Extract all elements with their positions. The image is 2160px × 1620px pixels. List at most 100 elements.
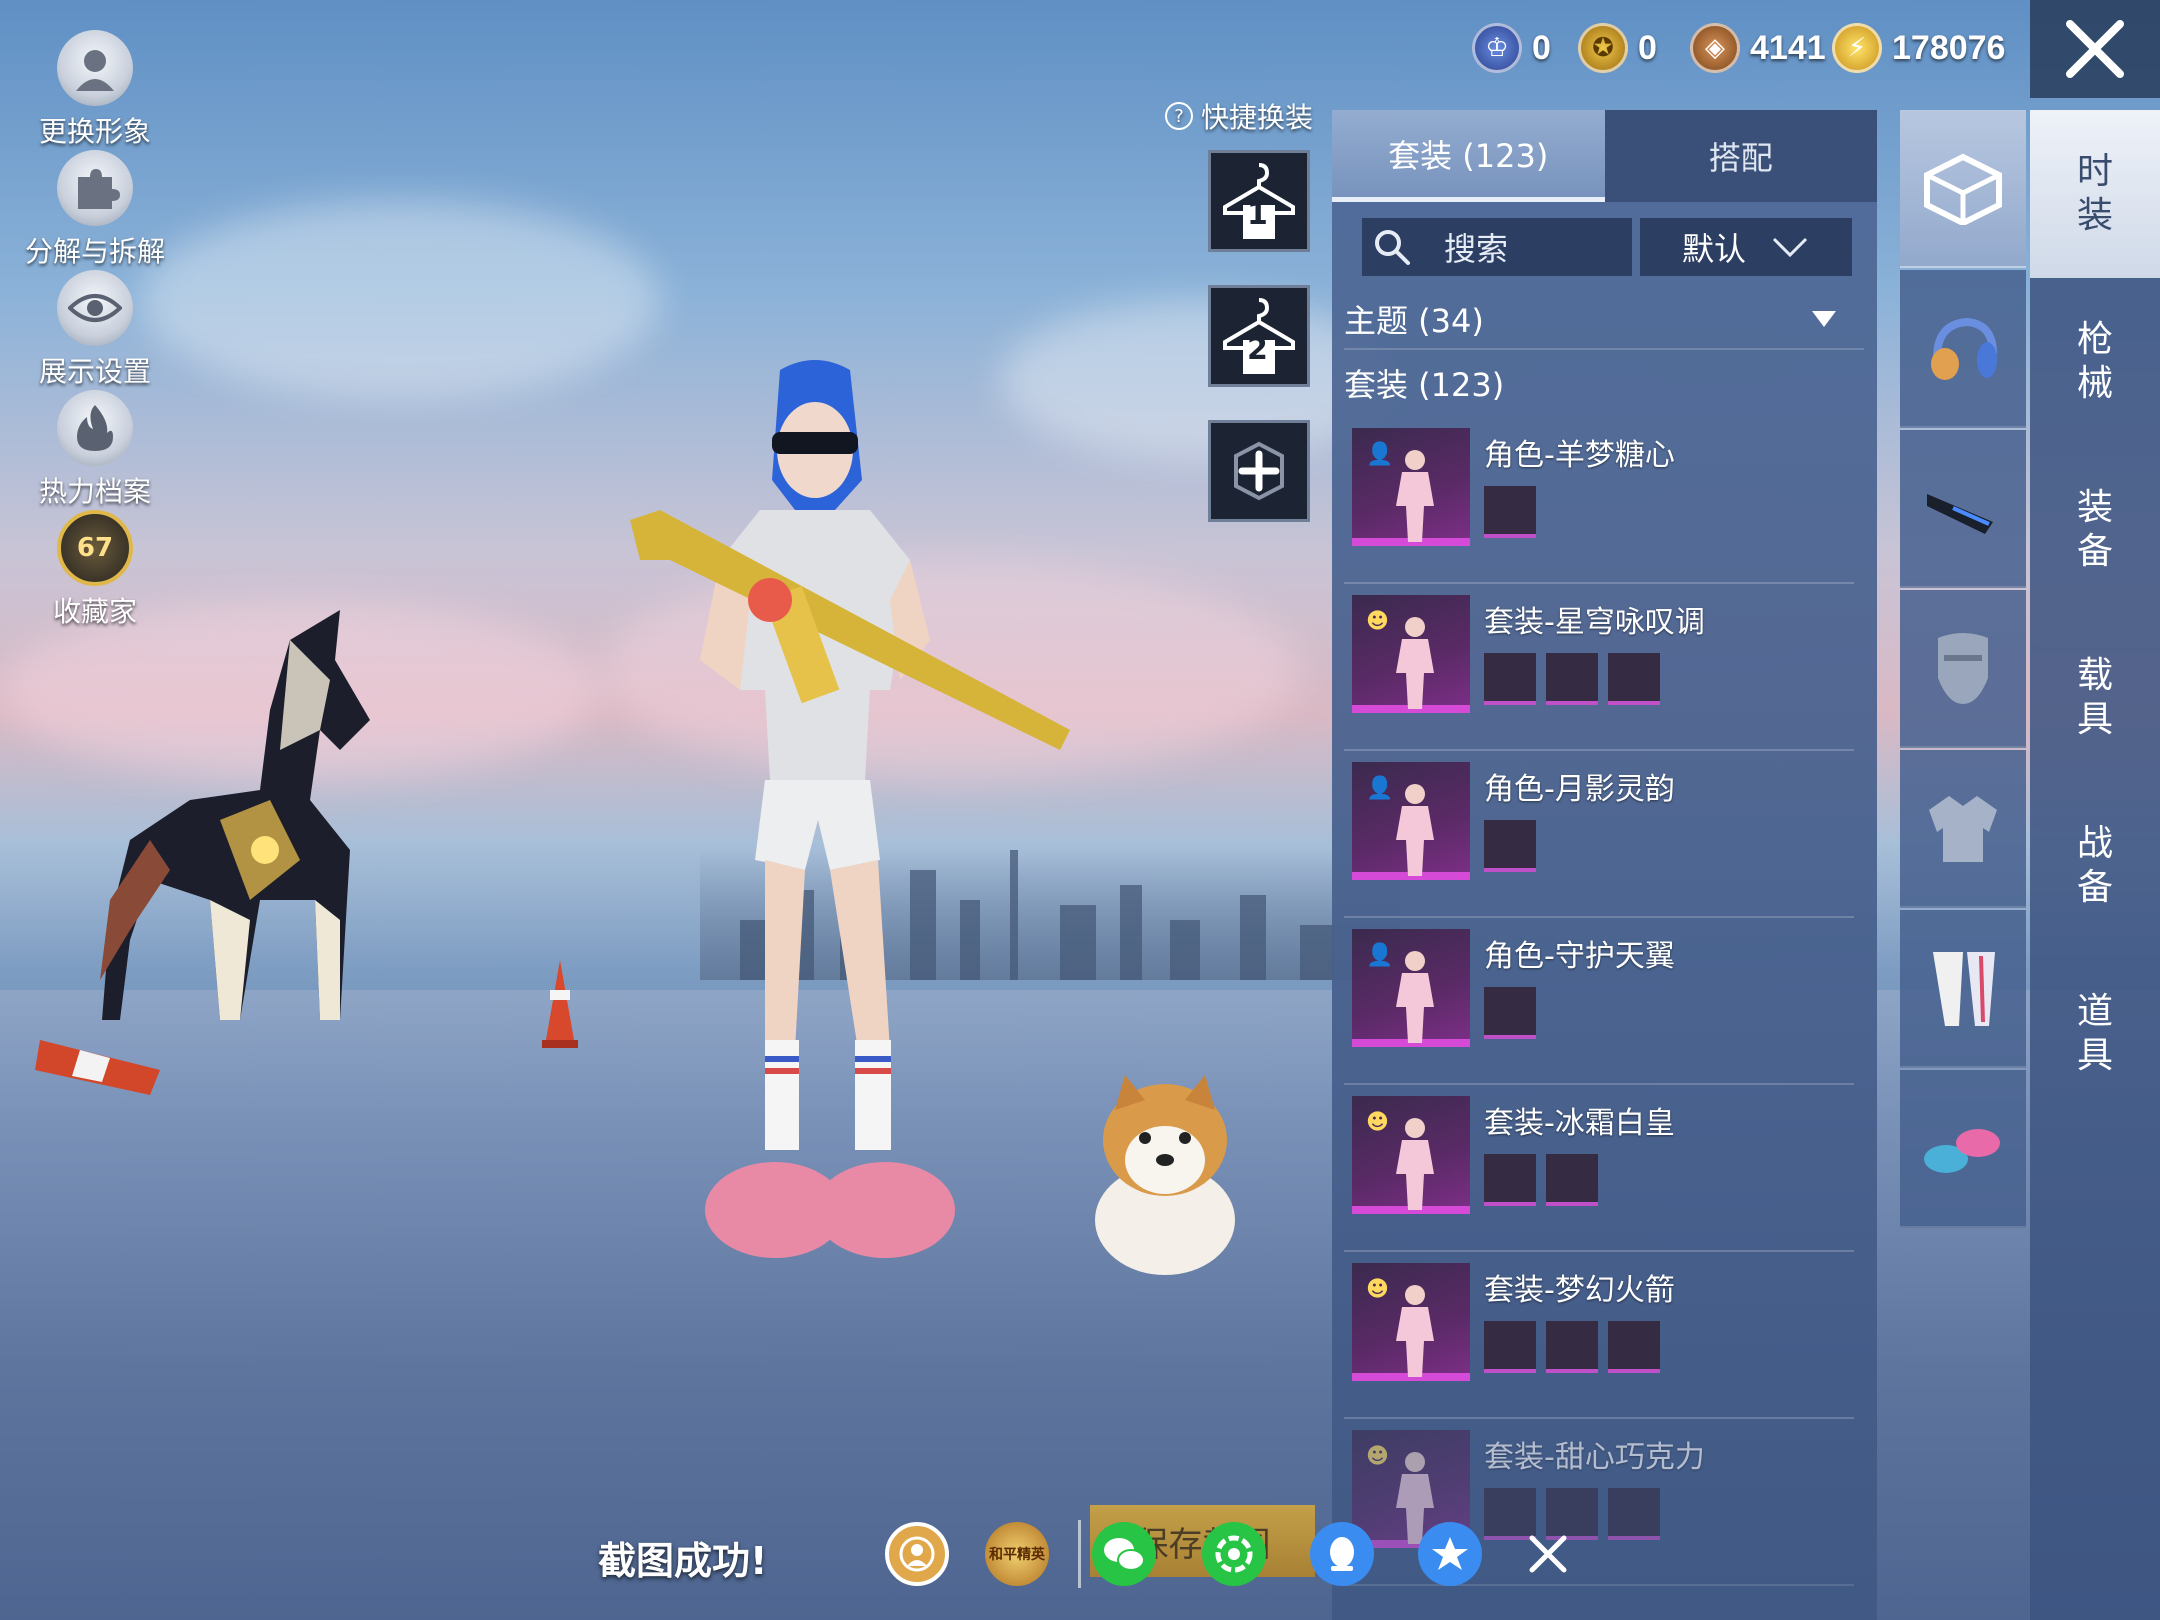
panel-tabs: 套装 (123) 搭配 — [1332, 110, 1877, 202]
pants-icon — [1933, 952, 1995, 1026]
tab-vehicles-label: 载具 — [2076, 655, 2113, 740]
suit-name: 套装-冰霜白皇 — [1484, 1106, 1675, 1141]
suit-part-thumbnail[interactable] — [1608, 653, 1660, 705]
suit-thumbnail[interactable]: ☻ — [1352, 1096, 1470, 1214]
tab-props[interactable]: 道具 — [2030, 950, 2160, 1118]
quick-slot-add[interactable] — [1208, 420, 1310, 522]
suit-name: 套装-梦幻火箭 — [1484, 1273, 1675, 1308]
quick-slot-2[interactable]: 2 — [1208, 285, 1310, 387]
peace-elite-share-icon: 和平精英 — [989, 1547, 1045, 1563]
suit-list-item[interactable]: ☻ 套装-星穹咏叹调 — [1344, 585, 1864, 751]
section-divider — [1344, 348, 1864, 350]
suit-list-item[interactable]: 👤 角色-守护天翼 — [1344, 919, 1864, 1085]
tab-equipment[interactable]: 装备 — [2030, 446, 2160, 614]
token-gold-icon: ✪ — [1578, 23, 1628, 73]
wechat-icon — [1104, 1538, 1145, 1571]
suits-section-header: 套装 (123) — [1344, 360, 1864, 406]
tab-battle-gear-label: 战备 — [2076, 823, 2113, 908]
tab-guns[interactable]: 枪械 — [2030, 278, 2160, 446]
suit-part-thumbnail[interactable] — [1484, 653, 1536, 705]
suit-part-thumbnail[interactable] — [1546, 1321, 1598, 1373]
currency-value-2: 4141 — [1750, 28, 1826, 67]
close-button[interactable] — [2030, 0, 2160, 98]
suit-list-item[interactable]: ☻ 套装-冰霜白皇 — [1344, 1086, 1864, 1252]
quick-change-title[interactable]: ? 快捷换装 — [1165, 96, 1313, 136]
category-outfit[interactable] — [1900, 110, 2026, 268]
currency-value-1: 0 — [1638, 28, 1657, 67]
category-headwear[interactable] — [1900, 270, 2026, 428]
search-input[interactable]: 搜索 — [1362, 218, 1632, 276]
suit-list-item[interactable]: ☻ 套装-梦幻火箭 — [1344, 1253, 1864, 1419]
outfit-box-icon — [1924, 153, 2002, 225]
search-placeholder: 搜索 — [1444, 230, 1509, 268]
quick-slot-2-number: 2 — [1247, 332, 1268, 367]
sort-dropdown[interactable]: 默认 — [1640, 218, 1852, 276]
sort-label: 默认 — [1681, 230, 1746, 268]
category-eyewear[interactable] — [1900, 430, 2026, 588]
tab-vehicles[interactable]: 载具 — [2030, 614, 2160, 782]
share-qq-button[interactable] — [1310, 1522, 1374, 1586]
share-close-button[interactable] — [1516, 1522, 1580, 1586]
quick-change-label: 快捷换装 — [1201, 101, 1314, 134]
heat-archive-button[interactable]: 热力档案 — [20, 390, 170, 510]
change-avatar-button[interactable]: 更换形象 — [20, 30, 170, 150]
category-bottom[interactable] — [1900, 910, 2026, 1068]
currency-item-0: ♔ 0 — [1472, 20, 1551, 76]
suit-list-item[interactable]: 👤 角色-月影灵韵 — [1344, 752, 1864, 918]
suit-thumbnail[interactable]: 👤 — [1352, 428, 1470, 546]
currency-value-3: 178076 — [1892, 28, 2006, 67]
suit-part-thumbnail[interactable] — [1484, 820, 1536, 872]
suit-thumbnail[interactable]: ☻ — [1352, 1263, 1470, 1381]
suit-parts — [1484, 820, 1536, 872]
tab-combination[interactable]: 搭配 — [1604, 110, 1877, 202]
add-icon — [1234, 441, 1284, 501]
currency-item-2: ◈ 4141 — [1690, 20, 1826, 76]
category-top[interactable] — [1900, 750, 2026, 908]
category-shoes[interactable] — [1900, 1070, 2026, 1228]
suit-name: 套装-星穹咏叹调 — [1484, 605, 1705, 640]
horse-mount — [100, 610, 370, 1020]
puzzle-icon — [57, 150, 133, 226]
mask-icon — [1938, 633, 1988, 704]
tab-suits[interactable]: 套装 (123) — [1332, 110, 1605, 202]
suit-part-thumbnail[interactable] — [1608, 1488, 1660, 1540]
close-share-icon — [1529, 1535, 1567, 1573]
tab-fashion[interactable]: 时装 — [2030, 110, 2160, 278]
suit-part-thumbnail[interactable] — [1484, 486, 1536, 538]
suit-thumbnail[interactable]: 👤 — [1352, 762, 1470, 880]
item-divider — [1344, 1083, 1854, 1085]
share-moments-button[interactable] — [1202, 1522, 1266, 1586]
category-mask[interactable] — [1900, 590, 2026, 748]
share-profile-button[interactable] — [885, 1522, 949, 1586]
item-divider — [1344, 1417, 1854, 1419]
suit-name: 角色-月影灵韵 — [1484, 772, 1675, 807]
share-peace-elite-button[interactable]: 和平精英 — [985, 1522, 1049, 1586]
suit-part-thumbnail[interactable] — [1484, 1154, 1536, 1206]
currency-item-1: ✪ 0 — [1578, 20, 1657, 76]
suit-part-thumbnail[interactable] — [1484, 987, 1536, 1039]
suit-part-thumbnail[interactable] — [1484, 1321, 1536, 1373]
shoes-icon — [1924, 1129, 2000, 1173]
main-category-tabs: 时装 枪械 装备 载具 战备 道具 — [2030, 110, 2160, 1620]
theme-section-header[interactable]: 主题 (34) — [1344, 296, 1864, 342]
currency-item-3: ⚡ 178076 — [1832, 20, 2005, 76]
suit-thumbnail[interactable]: 👤 — [1352, 929, 1470, 1047]
share-qzone-button[interactable] — [1418, 1522, 1482, 1586]
quick-slot-1[interactable]: 1 — [1208, 150, 1310, 252]
outfit-figure-icon — [1396, 450, 1434, 542]
item-divider — [1344, 916, 1854, 918]
suit-part-thumbnail[interactable] — [1546, 653, 1598, 705]
collector-label: 收藏家 — [52, 595, 137, 628]
suit-parts — [1484, 1154, 1598, 1206]
suit-list-item[interactable]: 👤 角色-羊梦糖心 — [1344, 418, 1864, 584]
decompose-button[interactable]: 分解与拆解 — [20, 150, 170, 270]
tab-combination-label: 搭配 — [1708, 139, 1773, 177]
display-settings-button[interactable]: 展示设置 — [20, 270, 170, 390]
suit-thumbnail[interactable]: ☻ — [1352, 595, 1470, 713]
collector-button[interactable]: 67 收藏家 — [20, 510, 170, 630]
suit-part-thumbnail[interactable] — [1546, 1154, 1598, 1206]
tab-battle-gear[interactable]: 战备 — [2030, 782, 2160, 950]
suit-part-thumbnail[interactable] — [1608, 1321, 1660, 1373]
suit-name: 角色-羊梦糖心 — [1484, 438, 1675, 473]
share-wechat-button[interactable] — [1092, 1522, 1156, 1586]
